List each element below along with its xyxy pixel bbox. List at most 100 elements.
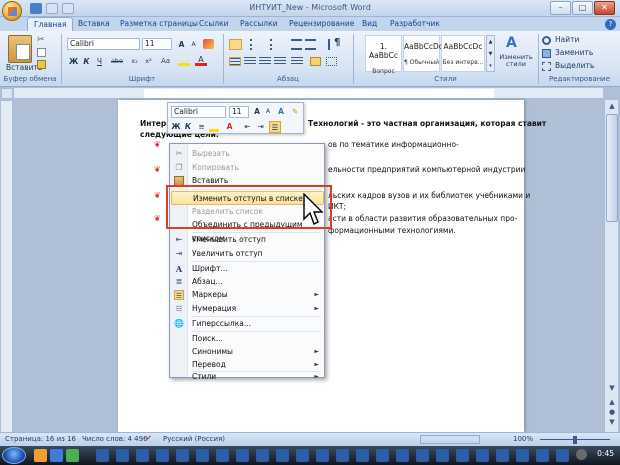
taskbar-word-icon[interactable]: [96, 449, 109, 462]
taskbar-word-icon[interactable]: [496, 449, 509, 462]
taskbar-word-icon[interactable]: [176, 449, 189, 462]
vertical-scrollbar[interactable]: ▲ ▼ ▲ ● ▼: [604, 100, 618, 432]
taskbar-word-icon[interactable]: [336, 449, 349, 462]
replace-button[interactable]: Заменить: [555, 48, 593, 57]
style-no-spacing[interactable]: AaBbCcDc Без интерв...: [441, 35, 485, 72]
format-painter-icon[interactable]: [37, 60, 46, 69]
mini-shrink-font-icon[interactable]: A: [263, 106, 273, 118]
tab-home[interactable]: Главная: [27, 17, 74, 31]
menu-item-decrease-indent[interactable]: ⇤ Уменьшить отступ: [171, 233, 324, 247]
mini-format-painter-icon[interactable]: ✎: [289, 106, 301, 118]
taskbar-word-icon[interactable]: [196, 449, 209, 462]
tab-mailings[interactable]: Рассылки: [234, 17, 284, 31]
mini-font-combo[interactable]: Calibri: [171, 106, 226, 118]
clear-formatting-icon[interactable]: [203, 39, 214, 49]
find-button[interactable]: Найти: [555, 35, 579, 44]
increase-indent-icon[interactable]: [305, 39, 316, 50]
close-button[interactable]: ✕: [594, 1, 615, 15]
cut-icon[interactable]: ✂: [37, 36, 47, 45]
grow-font-button[interactable]: A: [176, 38, 187, 51]
taskbar-word-icon[interactable]: [536, 449, 549, 462]
decrease-indent-icon[interactable]: [291, 39, 302, 50]
maximize-button[interactable]: □: [572, 1, 593, 15]
tab-developer[interactable]: Разработчик: [384, 17, 446, 31]
font-name-combo[interactable]: Calibri: [67, 38, 140, 50]
styles-scroll[interactable]: ▲ ▼ ▾: [486, 35, 495, 72]
proofing-icon[interactable]: ✔: [146, 434, 156, 444]
align-center-icon[interactable]: [244, 57, 256, 66]
font-color-icon[interactable]: A: [195, 56, 207, 66]
underline-button[interactable]: Ч: [94, 55, 105, 68]
paste-icon[interactable]: [8, 35, 32, 63]
style-question[interactable]: 1. AaBbCc Вопрос: [365, 35, 402, 75]
taskbar-word-icon[interactable]: [136, 449, 149, 462]
mini-styles-icon[interactable]: A: [275, 106, 287, 118]
mini-size-combo[interactable]: 11: [229, 106, 249, 118]
mini-center-icon[interactable]: ≡: [196, 121, 207, 133]
zoom-level[interactable]: 100%: [513, 435, 533, 443]
taskbar-word-icon[interactable]: [316, 449, 329, 462]
menu-item-paragraph[interactable]: ≣ Абзац...: [171, 275, 324, 289]
bold-button[interactable]: Ж: [68, 55, 79, 68]
tab-review[interactable]: Рецензирование: [283, 17, 360, 31]
taskbar-word-icon[interactable]: [436, 449, 449, 462]
shading-icon[interactable]: [310, 57, 321, 66]
menu-item-lookup[interactable]: Поиск...: [171, 332, 324, 346]
taskbar-word-icon[interactable]: [236, 449, 249, 462]
borders-icon[interactable]: [326, 57, 337, 66]
taskbar-word-icon[interactable]: [556, 449, 569, 462]
tab-references[interactable]: Ссылки: [193, 17, 234, 31]
menu-item-styles[interactable]: Стили ►: [171, 370, 324, 384]
highlight-icon[interactable]: [178, 56, 190, 66]
superscript-button[interactable]: x²: [142, 55, 155, 68]
menu-item-copy[interactable]: ❐ Копировать: [171, 161, 324, 175]
shrink-font-button[interactable]: A: [188, 38, 199, 51]
style-normal[interactable]: AaBbCcDc ¶ Обычный: [403, 35, 443, 72]
taskbar-word-icon[interactable]: [256, 449, 269, 462]
mini-decrease-indent-icon[interactable]: ⇤: [242, 121, 253, 133]
language-indicator[interactable]: Русский (Россия): [163, 435, 225, 443]
start-button[interactable]: [2, 447, 26, 464]
taskbar-word-icon[interactable]: [396, 449, 409, 462]
view-buttons[interactable]: [420, 435, 480, 444]
vertical-ruler[interactable]: [1, 101, 13, 432]
tab-insert[interactable]: Вставка: [72, 17, 116, 31]
menu-item-font[interactable]: A Шрифт...: [171, 262, 324, 276]
scroll-down-icon[interactable]: ▼: [606, 382, 618, 394]
mini-italic-button[interactable]: К: [183, 121, 193, 133]
taskbar-word-icon[interactable]: [276, 449, 289, 462]
tray-icon[interactable]: [576, 449, 587, 460]
bullets-icon[interactable]: [229, 39, 242, 50]
taskbar-word-icon[interactable]: [356, 449, 369, 462]
italic-button[interactable]: К: [81, 55, 92, 68]
copy-icon[interactable]: [37, 48, 46, 57]
numbering-icon[interactable]: [250, 39, 263, 50]
align-left-icon[interactable]: [229, 57, 241, 66]
page-indicator[interactable]: Страница: 16 из 16: [5, 435, 76, 443]
taskbar-word-icon[interactable]: [116, 449, 129, 462]
horizontal-ruler[interactable]: [14, 88, 603, 99]
select-button[interactable]: Выделить: [555, 61, 594, 70]
taskbar-app-icon[interactable]: [34, 449, 47, 462]
justify-icon[interactable]: [274, 57, 286, 66]
ruler-toggle[interactable]: [1, 88, 13, 99]
line-spacing-icon[interactable]: [291, 57, 303, 66]
clock[interactable]: 0:45: [597, 449, 614, 458]
word-count[interactable]: Число слов: 4 496: [82, 435, 148, 443]
taskbar-word-icon[interactable]: [456, 449, 469, 462]
mini-bold-button[interactable]: Ж: [171, 121, 181, 133]
change-case-button[interactable]: Aa: [158, 55, 173, 68]
font-size-combo[interactable]: 11: [142, 38, 172, 50]
minimize-button[interactable]: –: [550, 1, 571, 15]
taskbar-app-icon[interactable]: [66, 449, 79, 462]
align-right-icon[interactable]: [259, 57, 271, 66]
show-marks-button[interactable]: ¶: [334, 37, 340, 48]
menu-item-bullets[interactable]: ☰ Маркеры ►: [171, 288, 324, 302]
sort-icon[interactable]: [319, 39, 330, 50]
taskbar-app-icon[interactable]: [50, 449, 63, 462]
multilevel-list-icon[interactable]: [270, 39, 283, 50]
taskbar-word-icon[interactable]: [416, 449, 429, 462]
taskbar-word-icon[interactable]: [476, 449, 489, 462]
change-styles-button[interactable]: Изменить стили: [496, 54, 536, 68]
mini-increase-indent-icon[interactable]: ⇥: [255, 121, 266, 133]
